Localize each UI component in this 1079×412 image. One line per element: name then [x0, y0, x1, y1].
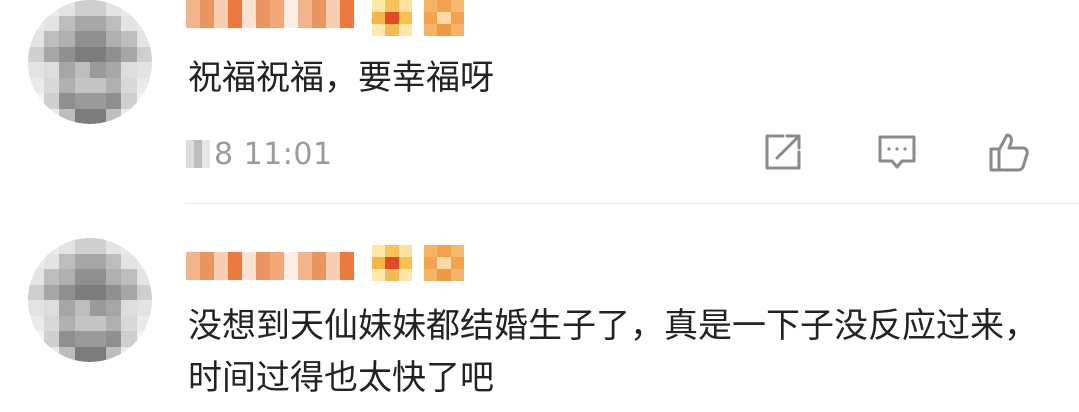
comment-icon	[875, 130, 919, 178]
like-button[interactable]	[985, 132, 1033, 176]
avatar[interactable]	[28, 238, 152, 362]
username-censored[interactable]	[186, 0, 354, 28]
username-censored[interactable]	[186, 252, 354, 280]
avatar[interactable]	[28, 0, 152, 124]
thumbs-up-icon	[987, 130, 1031, 178]
vip-badge	[424, 245, 464, 281]
vip-badge	[424, 0, 464, 36]
comment-text: 没想到天仙妹妹都结婚生子了，真是一下子没反应过来，时间过得也太快了吧	[188, 306, 1038, 398]
comment-item: 祝福祝福，要幸福呀 8 11:01	[0, 0, 1079, 203]
comment-meta: 8 11:01	[186, 134, 333, 174]
reply-button[interactable]	[873, 132, 921, 176]
share-button[interactable]	[759, 132, 807, 176]
comment-text: 祝福祝福，要幸福呀	[188, 58, 494, 98]
comment-time: 8 11:01	[214, 136, 333, 172]
share-icon	[761, 130, 805, 178]
user-badge	[372, 0, 412, 36]
user-badge	[372, 245, 412, 281]
divider	[185, 203, 1079, 204]
date-censored	[186, 140, 210, 168]
